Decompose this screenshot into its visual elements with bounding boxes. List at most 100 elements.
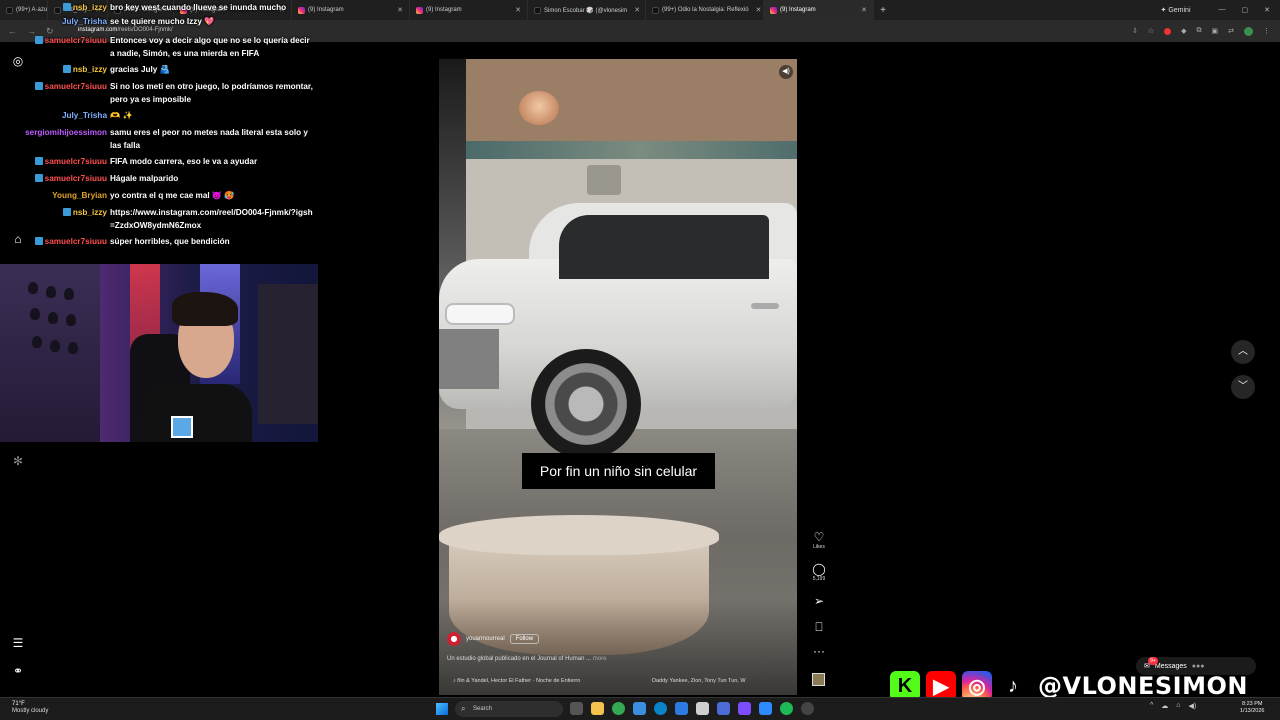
ellipsis-icon: ···: [813, 644, 825, 658]
notepad-icon[interactable]: [696, 702, 709, 715]
new-tab-button[interactable]: +: [874, 5, 892, 16]
browser-tab[interactable]: (9) Instagram ✕: [410, 0, 528, 20]
follow-button[interactable]: Follow: [509, 634, 540, 644]
messages-badge: 9+: [1148, 657, 1158, 665]
gemini-button[interactable]: ✦ Gemini: [1161, 6, 1219, 14]
bookmark-star-icon[interactable]: ☆: [1148, 27, 1154, 35]
subscriber-badge-icon: [34, 237, 43, 245]
obs-icon[interactable]: [801, 702, 814, 715]
chrome-icon[interactable]: [612, 702, 625, 715]
chat-username[interactable]: nsb_izzy: [0, 207, 110, 232]
chat-username[interactable]: nsb_izzy: [0, 2, 110, 15]
outlook-icon[interactable]: [675, 702, 688, 715]
chat-username[interactable]: Young_Bryian: [0, 190, 110, 203]
music-track-right[interactable]: Daddy Yankee, Zion, Tony Tun Tun, W: [652, 678, 746, 684]
tray-app-icon[interactable]: ☁: [1161, 702, 1168, 710]
weather-widget[interactable]: 71°F Mostly cloudy: [12, 701, 48, 715]
bookmark-icon: ⎕: [815, 620, 823, 634]
minimize-icon[interactable]: —: [1219, 6, 1226, 14]
chat-message-text: 🫶 ✨: [110, 111, 133, 120]
chat-message: samuelcr7siuuu Entonces voy a decir algo …: [0, 35, 322, 60]
music-track-left[interactable]: ♪ ñin & Yandel, Hector El Father · Noche…: [453, 678, 580, 684]
extension-red-icon[interactable]: [1164, 27, 1172, 35]
comment-button[interactable]: ◯ 5,199: [808, 562, 830, 582]
close-tab-icon[interactable]: ✕: [857, 6, 867, 14]
chat-username-text: samuelcr7siuuu: [44, 237, 107, 246]
save-button[interactable]: ⎕: [808, 620, 830, 635]
chat-username[interactable]: samuelcr7siuuu: [0, 236, 110, 249]
account-avatar[interactable]: [447, 632, 461, 646]
browser-tab[interactable]: Simon Escobar 🎲 (@vlonesim ✕: [528, 0, 646, 20]
chat-username[interactable]: July_Trisha: [0, 16, 110, 29]
calendar-icon[interactable]: [717, 702, 730, 715]
taskbar-clock[interactable]: 8:23 PM 1/13/2026: [1240, 701, 1264, 715]
mute-icon[interactable]: ◀): [779, 65, 793, 79]
chat-username[interactable]: July_Trisha: [0, 110, 110, 123]
account-name[interactable]: youarmourreal: [466, 636, 505, 642]
subscriber-badge-icon: [34, 36, 43, 44]
like-button[interactable]: ♡ Likes: [808, 530, 830, 550]
subscriber-badge-icon: [34, 157, 43, 165]
windows-start-icon[interactable]: [436, 703, 448, 715]
audio-thumbnail[interactable]: [812, 673, 825, 686]
close-window-icon[interactable]: ✕: [1264, 6, 1270, 14]
tray-chevron-icon[interactable]: ^: [1150, 702, 1153, 710]
file-explorer-icon[interactable]: [591, 702, 604, 715]
profile-avatar[interactable]: [1244, 26, 1253, 36]
instagram-icon: [416, 6, 423, 14]
task-view-icon[interactable]: [570, 702, 583, 715]
stream-chat: nsb_izzy bro key west cuando llueve se in…: [0, 0, 322, 260]
chat-username-text: Young_Bryian: [52, 191, 107, 200]
spotify-icon[interactable]: [780, 702, 793, 715]
chat-message: nsb_izzy https://www.instagram.com/reel/D…: [0, 207, 322, 232]
cap: [68, 342, 78, 354]
network-icon[interactable]: ⌂: [1176, 702, 1180, 710]
reel-info: youarmourreal Follow Un estudio global p…: [447, 632, 787, 684]
instagram-icon: [770, 6, 777, 14]
previous-reel-button[interactable]: ︿: [1231, 340, 1255, 364]
volume-icon[interactable]: ◀): [1189, 702, 1197, 710]
extension-diamond-icon[interactable]: ◆: [1181, 27, 1186, 35]
browser-menu-icon[interactable]: ⋮: [1263, 27, 1270, 35]
copilot-icon[interactable]: [633, 702, 646, 715]
chevron-down-icon: ﹀: [1238, 381, 1248, 392]
extensions-puzzle-icon[interactable]: ⧉: [1197, 27, 1202, 35]
chevron-up-icon: ︿: [1238, 346, 1248, 357]
likes-label: Likes: [813, 544, 825, 550]
toolbar-icons: ⇩ ☆ ◆ ⧉ ▣ ⇄ ⋮: [1132, 26, 1280, 36]
taskbar-search[interactable]: ⌕ Search: [455, 701, 563, 717]
reel-video[interactable]: [439, 59, 797, 695]
install-icon[interactable]: ⇩: [1132, 27, 1138, 35]
browser-tab[interactable]: (99+) Odio la Nostalgia: Reflexió ✕: [646, 0, 764, 20]
next-reel-button[interactable]: ﹀: [1231, 375, 1255, 399]
chat-username[interactable]: samuelcr7siuuu: [0, 173, 110, 186]
browser-tab[interactable]: (9) Instagram ✕: [764, 0, 874, 20]
app-icon[interactable]: [759, 702, 772, 715]
tab-title: (99+) Odio la Nostalgia: Reflexió: [662, 7, 749, 13]
suv-door-handle: [751, 303, 779, 309]
taskbar-apps: [570, 702, 814, 715]
discord-icon[interactable]: [738, 702, 751, 715]
chat-username[interactable]: samuelcr7siuuu: [0, 81, 110, 106]
share-button[interactable]: ➢: [808, 594, 830, 608]
edge-icon[interactable]: [654, 702, 667, 715]
chat-username[interactable]: samuelcr7siuuu: [0, 35, 110, 60]
more-link[interactable]: more: [593, 656, 607, 662]
close-tab-icon[interactable]: ✕: [630, 6, 640, 14]
close-tab-icon[interactable]: ✕: [511, 6, 521, 14]
chat-username[interactable]: samuelcr7siuuu: [0, 156, 110, 169]
sidepanel-icon[interactable]: ▣: [1212, 27, 1219, 35]
close-tab-icon[interactable]: ✕: [393, 6, 403, 14]
meta-apps-icon[interactable]: ⚭: [11, 664, 25, 678]
maximize-icon[interactable]: ▢: [1242, 6, 1249, 14]
tab-title: (9) Instagram: [780, 7, 816, 13]
chat-username[interactable]: sergiomihijoessimon: [0, 127, 110, 152]
chat-username-text: July_Trisha: [61, 17, 107, 26]
chat-message-text: https://www.instagram.com/reel/DO004-Fjn…: [110, 208, 313, 230]
more-options-button[interactable]: ···: [808, 644, 830, 658]
profile-sync-icon[interactable]: ⇄: [1228, 27, 1234, 35]
close-tab-icon[interactable]: ✕: [752, 6, 762, 14]
more-menu-icon[interactable]: ☰: [11, 636, 25, 650]
subscriber-badge-icon: [62, 3, 71, 11]
chat-username[interactable]: nsb_izzy: [0, 64, 110, 77]
